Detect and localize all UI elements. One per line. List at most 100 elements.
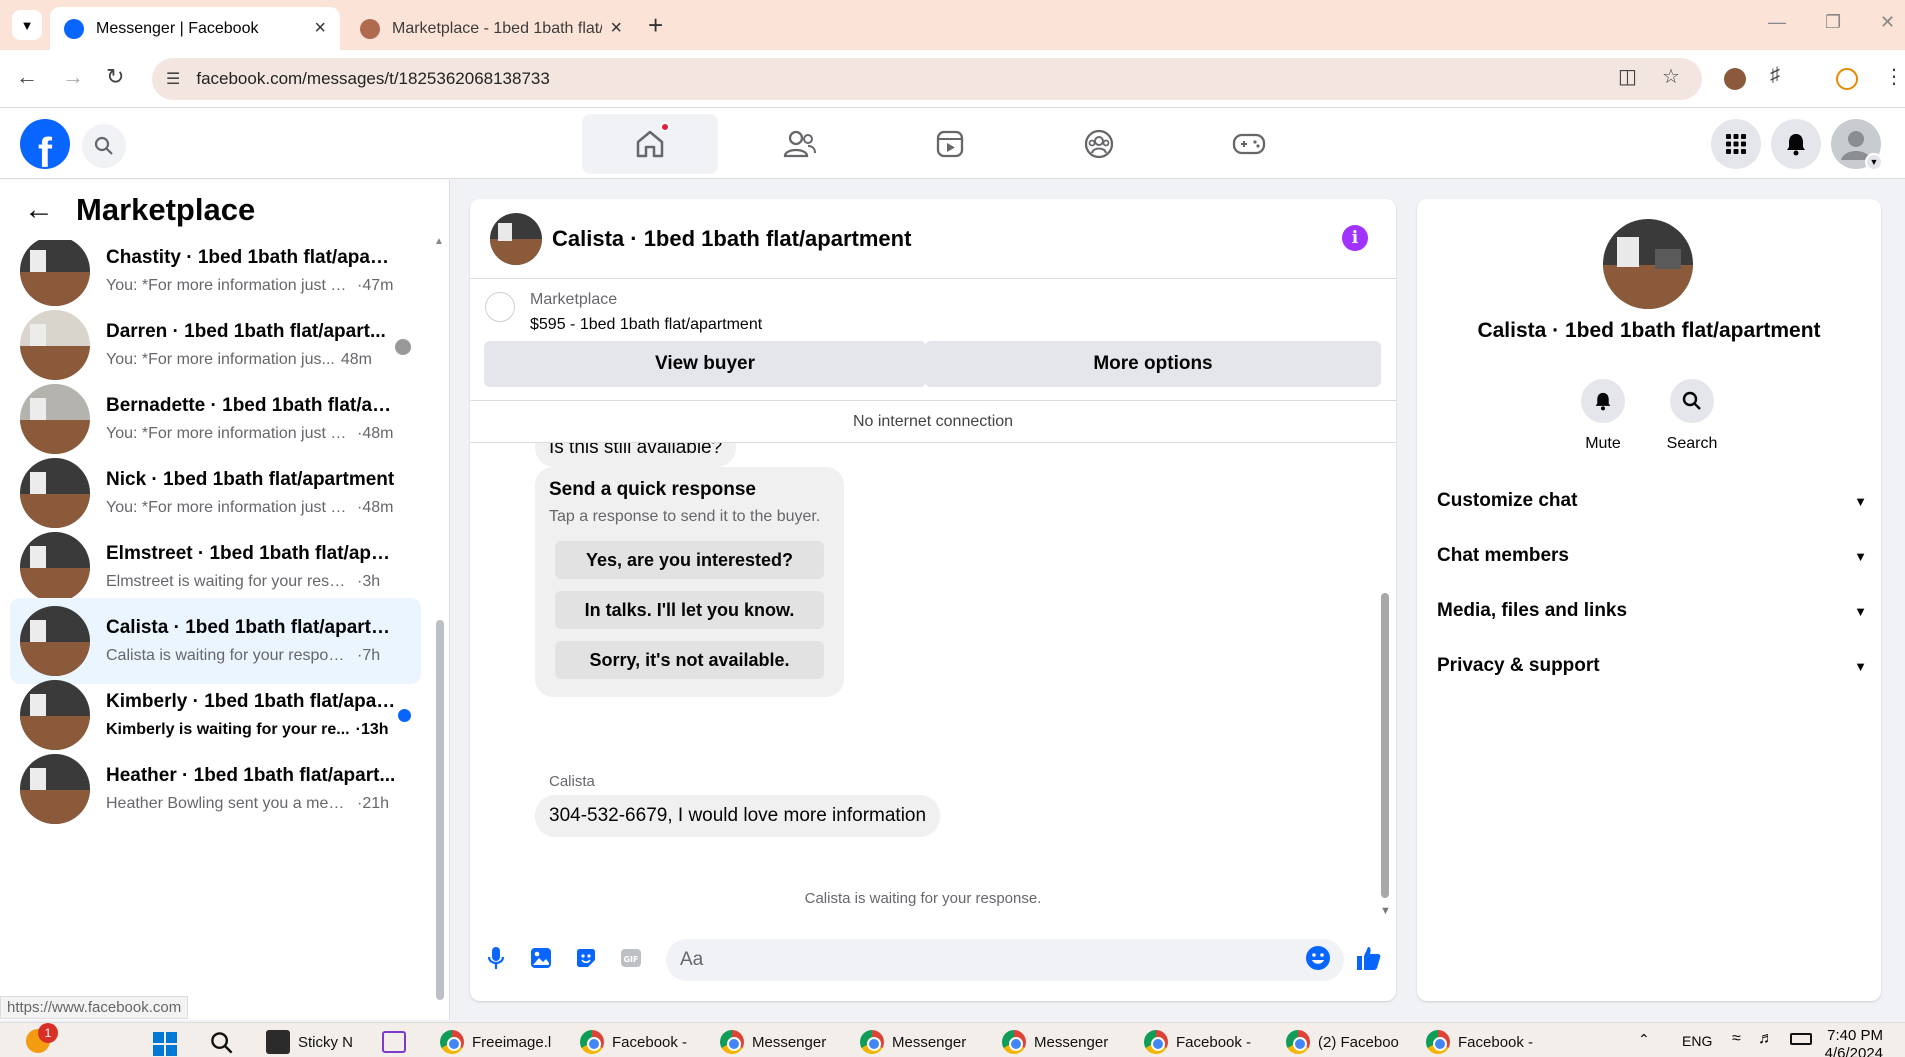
site-info-icon[interactable]: ☰ [166,69,180,89]
nav-watch[interactable] [882,114,1018,174]
taskbar-messenger-2[interactable]: Messenger [860,1030,966,1054]
message-input[interactable]: Aa [666,939,1344,981]
friends-icon [783,130,816,158]
windows-taskbar: 1 Sticky N Freeimage.l Facebook - Messen… [0,1022,1905,1057]
minimize-icon[interactable]: — [1768,12,1786,33]
wifi-icon[interactable]: ≈ [1732,1030,1741,1048]
back-icon[interactable]: ← [16,64,38,90]
tab-messenger[interactable]: Messenger | Facebook × [50,7,340,50]
taskbar-freeimage[interactable]: Freeimage.l [440,1030,551,1054]
conversation-item[interactable]: Heather · 1bed 1bath flat/apart... Heathe… [10,746,421,832]
nav-gaming[interactable] [1181,114,1317,174]
new-tab-button[interactable]: + [648,10,663,41]
chat-scrollbar-thumb[interactable] [1381,593,1389,898]
tab-title: Marketplace - 1bed 1bath flat/a [392,19,603,37]
mute-button[interactable]: Mute [1563,379,1643,453]
chat-members-row[interactable]: Chat members ▼ [1437,536,1867,576]
volume-icon[interactable]: ♬ [1758,1030,1774,1048]
chat-scrollbar[interactable]: ▼ [1379,443,1391,919]
scroll-up-icon[interactable]: ▲ [434,236,444,247]
seen-avatar-icon [395,339,411,355]
tab-marketplace[interactable]: Marketplace - 1bed 1bath flat/a × [346,7,636,50]
snipping-tool-icon[interactable] [382,1031,406,1053]
profile-icon[interactable] [1836,68,1858,90]
taskbar-messenger-3[interactable]: Messenger [1002,1030,1108,1054]
quick-response-not-available-button[interactable]: Sorry, it's not available. [555,641,824,679]
contact-avatar[interactable] [1603,219,1693,309]
listing-thumbnail [20,384,90,454]
taskbar-label: Facebook - [612,1033,688,1051]
taskbar-label: Freeimage.l [472,1033,552,1051]
taskbar-messenger-1[interactable]: Messenger [720,1030,826,1054]
media-files-links-row[interactable]: Media, files and links ▼ [1437,591,1867,631]
listing-thumbnail [20,754,90,824]
forward-icon[interactable]: → [62,64,84,90]
gif-icon[interactable]: GIF [617,944,645,972]
clock-date: 4/6/2024 [1824,1045,1883,1057]
preview-time: 48m [340,351,372,368]
taskbar-search-icon[interactable] [210,1031,234,1057]
view-buyer-button[interactable]: View buyer [484,341,926,387]
facebook-search-button[interactable] [82,124,126,168]
conversation-text: Chastity · 1bed 1bath flat/apart... You: … [106,247,421,295]
scroll-down-icon[interactable]: ▼ [1380,905,1391,917]
conversation-preview: You: *For more information just s... ·48m [106,499,421,517]
taskbar-clock[interactable]: 7:40 PM 4/6/2024 [1825,1027,1883,1057]
incoming-message-bubble[interactable]: 304-532-6679, I would love more informat… [535,795,941,837]
cookie-extension-icon[interactable] [1724,68,1746,90]
scrollbar-thumb[interactable] [436,620,444,1000]
chat-avatar[interactable] [490,212,542,265]
microphone-icon[interactable] [482,944,510,972]
account-avatar-button[interactable]: ▼ [1831,119,1883,171]
info-icon[interactable]: i [1342,225,1368,251]
quick-response-talks-button[interactable]: In talks. I'll let you know. [555,591,824,629]
taskbar-facebook-1[interactable]: Facebook - [580,1030,687,1054]
listing-title[interactable]: $595 - 1bed 1bath flat/apartment [530,316,762,334]
nav-home[interactable] [582,114,718,174]
back-arrow-icon[interactable]: ← [24,193,54,227]
close-tab-icon[interactable]: × [314,17,326,40]
taskbar-facebook-2[interactable]: Facebook - [1144,1030,1251,1054]
install-app-icon[interactable]: ◫ [1618,64,1637,89]
notification-badge: 1 [38,1023,58,1043]
search-icon [94,136,113,155]
quick-response-yes-button[interactable]: Yes, are you interested? [555,541,824,579]
facebook-logo-icon[interactable]: f [20,119,70,169]
search-in-conversation-button[interactable]: Search [1652,379,1732,453]
contact-name: Calista · 1bed 1bath flat/apartment [1477,319,1821,342]
extensions-puzzle-icon[interactable]: ♯ [1770,64,1780,87]
nav-friends[interactable] [732,114,868,174]
close-window-icon[interactable]: ✕ [1880,12,1895,33]
section-label: Customize chat [1437,490,1578,511]
preview-text: Kimberly is waiting for your re... [106,721,350,738]
browser-menu-icon[interactable]: ⋮ [1884,64,1904,89]
listing-radio[interactable] [485,292,515,322]
chevron-up-icon[interactable]: ⌃ [1638,1031,1650,1048]
photo-icon[interactable] [527,944,555,972]
list-scrollbar[interactable]: ▲ ▼ [434,236,444,1000]
more-options-button[interactable]: More options [925,341,1381,387]
battery-icon[interactable] [1790,1033,1812,1045]
taskbar-facebook-4[interactable]: Facebook - [1426,1030,1533,1054]
nav-groups[interactable] [1031,114,1167,174]
tab-search-dropdown[interactable]: ▼ [12,10,42,40]
thumbs-up-icon[interactable] [1354,944,1382,972]
close-tab-icon[interactable]: × [610,17,622,40]
customize-chat-row[interactable]: Customize chat ▼ [1437,481,1867,521]
bookmark-star-icon[interactable]: ☆ [1662,64,1680,89]
preview-text: Heather Bowling sent you a mess... [106,795,351,812]
taskbar-sticky-notes[interactable]: Sticky N [266,1030,353,1054]
taskbar-label: (2) Faceboo [1318,1033,1399,1051]
restore-icon[interactable]: ❐ [1825,12,1841,33]
privacy-support-row[interactable]: Privacy & support ▼ [1437,646,1867,686]
sticker-icon[interactable] [572,944,600,972]
emoji-icon[interactable] [1304,944,1332,972]
url-field[interactable]: ☰ facebook.com/messages/t/18253620681387… [152,58,1702,100]
notifications-button[interactable] [1771,119,1821,169]
reload-icon[interactable]: ↻ [106,64,124,90]
chat-title[interactable]: Calista · 1bed 1bath flat/apartment [552,226,911,252]
windows-start-icon[interactable] [152,1031,178,1057]
menu-button[interactable] [1711,119,1761,169]
taskbar-facebook-3[interactable]: (2) Faceboo [1286,1030,1399,1054]
language-indicator[interactable]: ENG [1682,1033,1712,1049]
